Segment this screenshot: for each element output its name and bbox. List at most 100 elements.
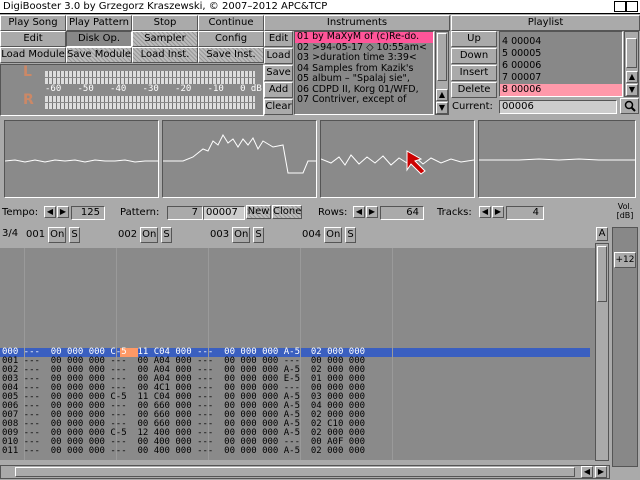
playlist-delete-button[interactable]: Delete (451, 82, 497, 98)
tracks-decrease-icon[interactable]: ◀ (479, 206, 491, 218)
instrument-save-button[interactable]: Save (264, 65, 293, 81)
playlist-list[interactable]: 4 00004 5 00005 6 00006 7 00007 8 00006 (499, 31, 623, 97)
scroll-a-button[interactable]: A (596, 227, 608, 241)
playlist-insert-button[interactable]: Insert (451, 65, 497, 81)
search-icon[interactable] (620, 98, 639, 114)
column-divider (208, 248, 209, 460)
tempo-increase-icon[interactable]: ▶ (57, 206, 69, 218)
tracks-increase-icon[interactable]: ▶ (492, 206, 504, 218)
instrument-list[interactable]: 01 by MaXyM of (c)Re-do. 02 >94-05-17 ◇ … (294, 31, 434, 115)
instruments-header: Instruments (264, 15, 450, 31)
current-field[interactable]: 00006 (499, 100, 617, 114)
volume-knob[interactable]: +12 (614, 252, 636, 268)
scroll-right-icon[interactable]: ▶ (595, 466, 607, 478)
rows-decrease-icon[interactable]: ◀ (353, 206, 365, 218)
disk-op-button[interactable]: Disk Op. (66, 31, 132, 47)
scroll-up-icon[interactable]: ▲ (626, 71, 638, 83)
playlist-scrollbar[interactable]: ▲ ▼ (624, 31, 639, 97)
instrument-edit-button[interactable]: Edit (264, 31, 293, 47)
track-solo-toggle[interactable]: S (345, 227, 356, 243)
track-number: 002 (118, 229, 138, 240)
tempo-label: Tempo: (2, 207, 39, 218)
column-divider (392, 248, 393, 460)
zoom-gadget-icon[interactable] (626, 1, 638, 12)
playlist-up-button[interactable]: Up (451, 31, 497, 47)
vu-left-bar (45, 71, 255, 77)
instrument-clear-button[interactable]: Clear (264, 99, 293, 115)
volume-slider[interactable]: +12 (612, 227, 638, 467)
playlist-down-button[interactable]: Down (451, 48, 497, 64)
column-divider (24, 248, 25, 460)
vu-right-bar (45, 103, 255, 109)
scope-track-2 (162, 120, 317, 198)
track-solo-toggle[interactable]: S (69, 227, 80, 243)
tracks-label: Tracks: (437, 207, 472, 218)
pattern-editor[interactable]: 000 --- 00 000 000 C-5 11 C04 000 --- 00… (0, 248, 595, 460)
new-pattern-button[interactable]: New (246, 205, 271, 219)
track-on-toggle[interactable]: On (324, 227, 343, 243)
list-item[interactable]: 7 00007 (500, 72, 622, 84)
window-title: DigiBooster 3.0 by Grzegorz Kraszewski, … (3, 1, 328, 12)
list-item[interactable]: 05 album – "Spalaj sie", (295, 73, 433, 85)
pattern-name-field[interactable]: 00007 (203, 206, 245, 220)
vu-right-label: R (23, 92, 34, 108)
load-module-button[interactable]: Load Module (0, 47, 66, 63)
vu-right-bar (45, 96, 255, 102)
edit-button[interactable]: Edit (0, 31, 66, 47)
pattern-label: Pattern: (120, 207, 160, 218)
pointer-cursor-icon (406, 150, 426, 175)
config-button[interactable]: Config (198, 31, 264, 47)
playlist-header: Playlist (451, 15, 640, 31)
vu-left-label: L (23, 64, 32, 80)
list-item[interactable]: 5 00005 (500, 48, 622, 60)
track-header-2: 002 On S (118, 227, 172, 243)
scroll-up-icon[interactable]: ▲ (436, 89, 448, 101)
instrument-load-button[interactable]: Load (264, 48, 293, 64)
list-item[interactable]: 8 00006 (500, 84, 622, 96)
rows-field[interactable]: 64 (380, 206, 424, 220)
list-item[interactable]: 6 00006 (500, 60, 622, 72)
track-on-toggle[interactable]: On (232, 227, 251, 243)
sampler-button[interactable]: Sampler (132, 31, 198, 47)
scope-track-4 (478, 120, 636, 198)
play-pattern-button[interactable]: Play Pattern (66, 15, 132, 31)
scroll-down-icon[interactable]: ▼ (626, 84, 638, 96)
tempo-decrease-icon[interactable]: ◀ (44, 206, 56, 218)
tracks-field[interactable]: 4 (506, 206, 544, 220)
rows-increase-icon[interactable]: ▶ (366, 206, 378, 218)
continue-button[interactable]: Continue (198, 15, 264, 31)
depth-gadget-icon[interactable] (614, 1, 626, 12)
track-position: 3/4 (2, 228, 19, 239)
instrument-add-button[interactable]: Add (264, 82, 293, 98)
pattern-horizontal-scrollbar[interactable]: ◀ ▶ (0, 465, 610, 479)
track-on-toggle[interactable]: On (140, 227, 159, 243)
track-header-3: 003 On S (210, 227, 264, 243)
save-module-button[interactable]: Save Module (66, 47, 132, 63)
scroll-down-icon[interactable]: ▼ (436, 102, 448, 114)
instrument-scrollbar[interactable]: ▲ ▼ (435, 31, 449, 115)
track-header-1: 001 On S (26, 227, 80, 243)
list-item[interactable]: 01 by MaXyM of (c)Re-do. (295, 32, 433, 43)
track-solo-toggle[interactable]: S (253, 227, 264, 243)
vu-meter: L R -60 -50 -40 -30 -20 -10 0 dB (0, 64, 264, 116)
scroll-left-icon[interactable]: ◀ (581, 466, 593, 478)
play-song-button[interactable]: Play Song (0, 15, 66, 31)
track-on-toggle[interactable]: On (48, 227, 67, 243)
pattern-vertical-scrollbar[interactable] (595, 243, 609, 461)
rows-label: Rows: (318, 207, 348, 218)
track-number: 004 (302, 229, 322, 240)
column-divider (116, 248, 117, 460)
tempo-field[interactable]: 125 (71, 206, 105, 220)
list-item[interactable]: 07 Contriver, except of (295, 94, 433, 106)
column-divider (300, 248, 301, 460)
save-inst-button[interactable]: Save Inst. (198, 47, 264, 63)
title-bar: DigiBooster 3.0 by Grzegorz Kraszewski, … (0, 0, 640, 14)
list-item[interactable]: 4 00004 (500, 36, 622, 48)
track-solo-toggle[interactable]: S (161, 227, 172, 243)
table-row[interactable]: 011 --- 00 000 000 --- 00 400 000 --- 00… (2, 447, 365, 456)
clone-pattern-button[interactable]: Clone (272, 205, 302, 219)
stop-button[interactable]: Stop (132, 15, 198, 31)
list-item[interactable]: 03 >duration time 3:39< (295, 52, 433, 64)
load-inst-button[interactable]: Load Inst. (132, 47, 198, 63)
pattern-number-field[interactable]: 7 (167, 206, 203, 220)
